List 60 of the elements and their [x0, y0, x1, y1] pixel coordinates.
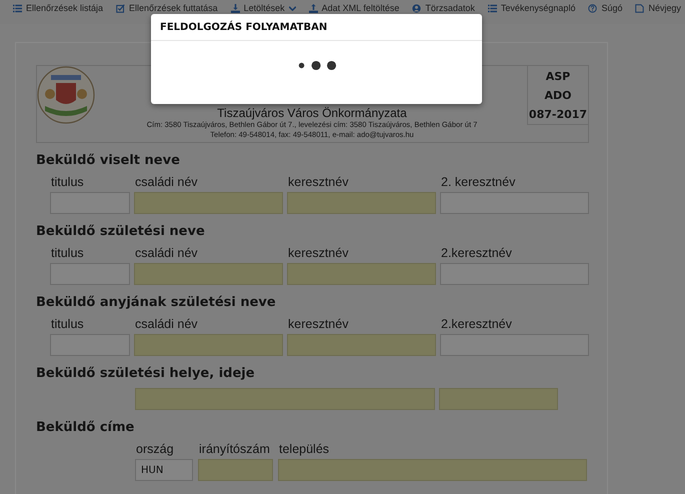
field-label: titulus: [50, 317, 85, 333]
field-label: családi név: [134, 175, 199, 191]
input-field[interactable]: [440, 263, 589, 285]
input-field[interactable]: [440, 192, 589, 214]
field-label: keresztnév: [287, 175, 350, 191]
input-field[interactable]: [278, 459, 587, 481]
input-field[interactable]: [50, 263, 130, 285]
list-icon: [13, 4, 22, 12]
nav-link[interactable]: Adat XML feltöltése: [308, 3, 400, 13]
modal-title: FELDOLGOZÁS FOLYAMATBAN: [151, 14, 482, 41]
form-code: 087-2017: [528, 106, 588, 122]
input-field[interactable]: [198, 459, 273, 481]
input-field[interactable]: [50, 334, 130, 356]
checkbox-icon: [116, 4, 126, 12]
nav-link[interactable]: Ellenőrzések listája: [13, 3, 104, 13]
field-label: 2.keresztnév: [440, 246, 513, 262]
nav-link[interactable]: Névjegy: [635, 3, 681, 13]
input-field[interactable]: HUN: [135, 459, 193, 481]
organization-name: Tiszaújváros Város Önkormányzata: [217, 106, 407, 120]
section-title: Beküldő anyjának születési neve: [36, 295, 277, 312]
field-label: ország: [135, 442, 175, 458]
help-icon: [588, 4, 598, 12]
input-field[interactable]: [440, 334, 589, 356]
loading-dots-icon: [296, 60, 336, 71]
coat-of-arms-drawing: [37, 66, 95, 124]
section-title: Beküldő születési neve: [36, 224, 206, 241]
field-label: település: [278, 442, 330, 458]
input-field[interactable]: [287, 192, 436, 214]
nav-link[interactable]: Ellenőrzések futtatása: [116, 3, 218, 13]
document-icon: [635, 4, 644, 12]
user-icon: [412, 4, 422, 12]
field-label: családi név: [134, 317, 199, 333]
field-label: családi név: [134, 246, 199, 262]
input-field[interactable]: [50, 192, 130, 214]
nav-link[interactable]: Súgó: [588, 3, 622, 13]
input-field[interactable]: [134, 192, 283, 214]
input-field[interactable]: [134, 263, 283, 285]
input-field[interactable]: [287, 334, 436, 356]
field-label: keresztnév: [287, 246, 350, 262]
input-field[interactable]: [287, 263, 436, 285]
field-label: titulus: [50, 175, 85, 191]
section-title: Beküldő születési helye, ideje: [36, 366, 256, 383]
field-label: titulus: [50, 246, 85, 262]
field-label: 2. keresztnév: [440, 175, 516, 191]
input-field[interactable]: [439, 388, 558, 410]
nav-link[interactable]: Letöltések: [230, 3, 296, 13]
input-field[interactable]: [135, 388, 435, 410]
upload-icon: [308, 4, 318, 12]
nav-link[interactable]: Törzsadatok: [412, 3, 475, 13]
section-title: Beküldő címe: [36, 420, 136, 437]
field-label: keresztnév: [287, 317, 350, 333]
list-icon: [488, 4, 497, 12]
field-label: irányítószám: [198, 442, 271, 458]
form-code: ASP: [546, 68, 570, 84]
input-field[interactable]: [134, 334, 283, 356]
form-code: ADO: [544, 88, 572, 104]
download-icon: [230, 4, 240, 12]
section-title: Beküldő viselt neve: [36, 153, 181, 170]
field-label: 2.keresztnév: [440, 317, 513, 333]
nav-link[interactable]: Tevékenységnapló: [488, 3, 576, 13]
